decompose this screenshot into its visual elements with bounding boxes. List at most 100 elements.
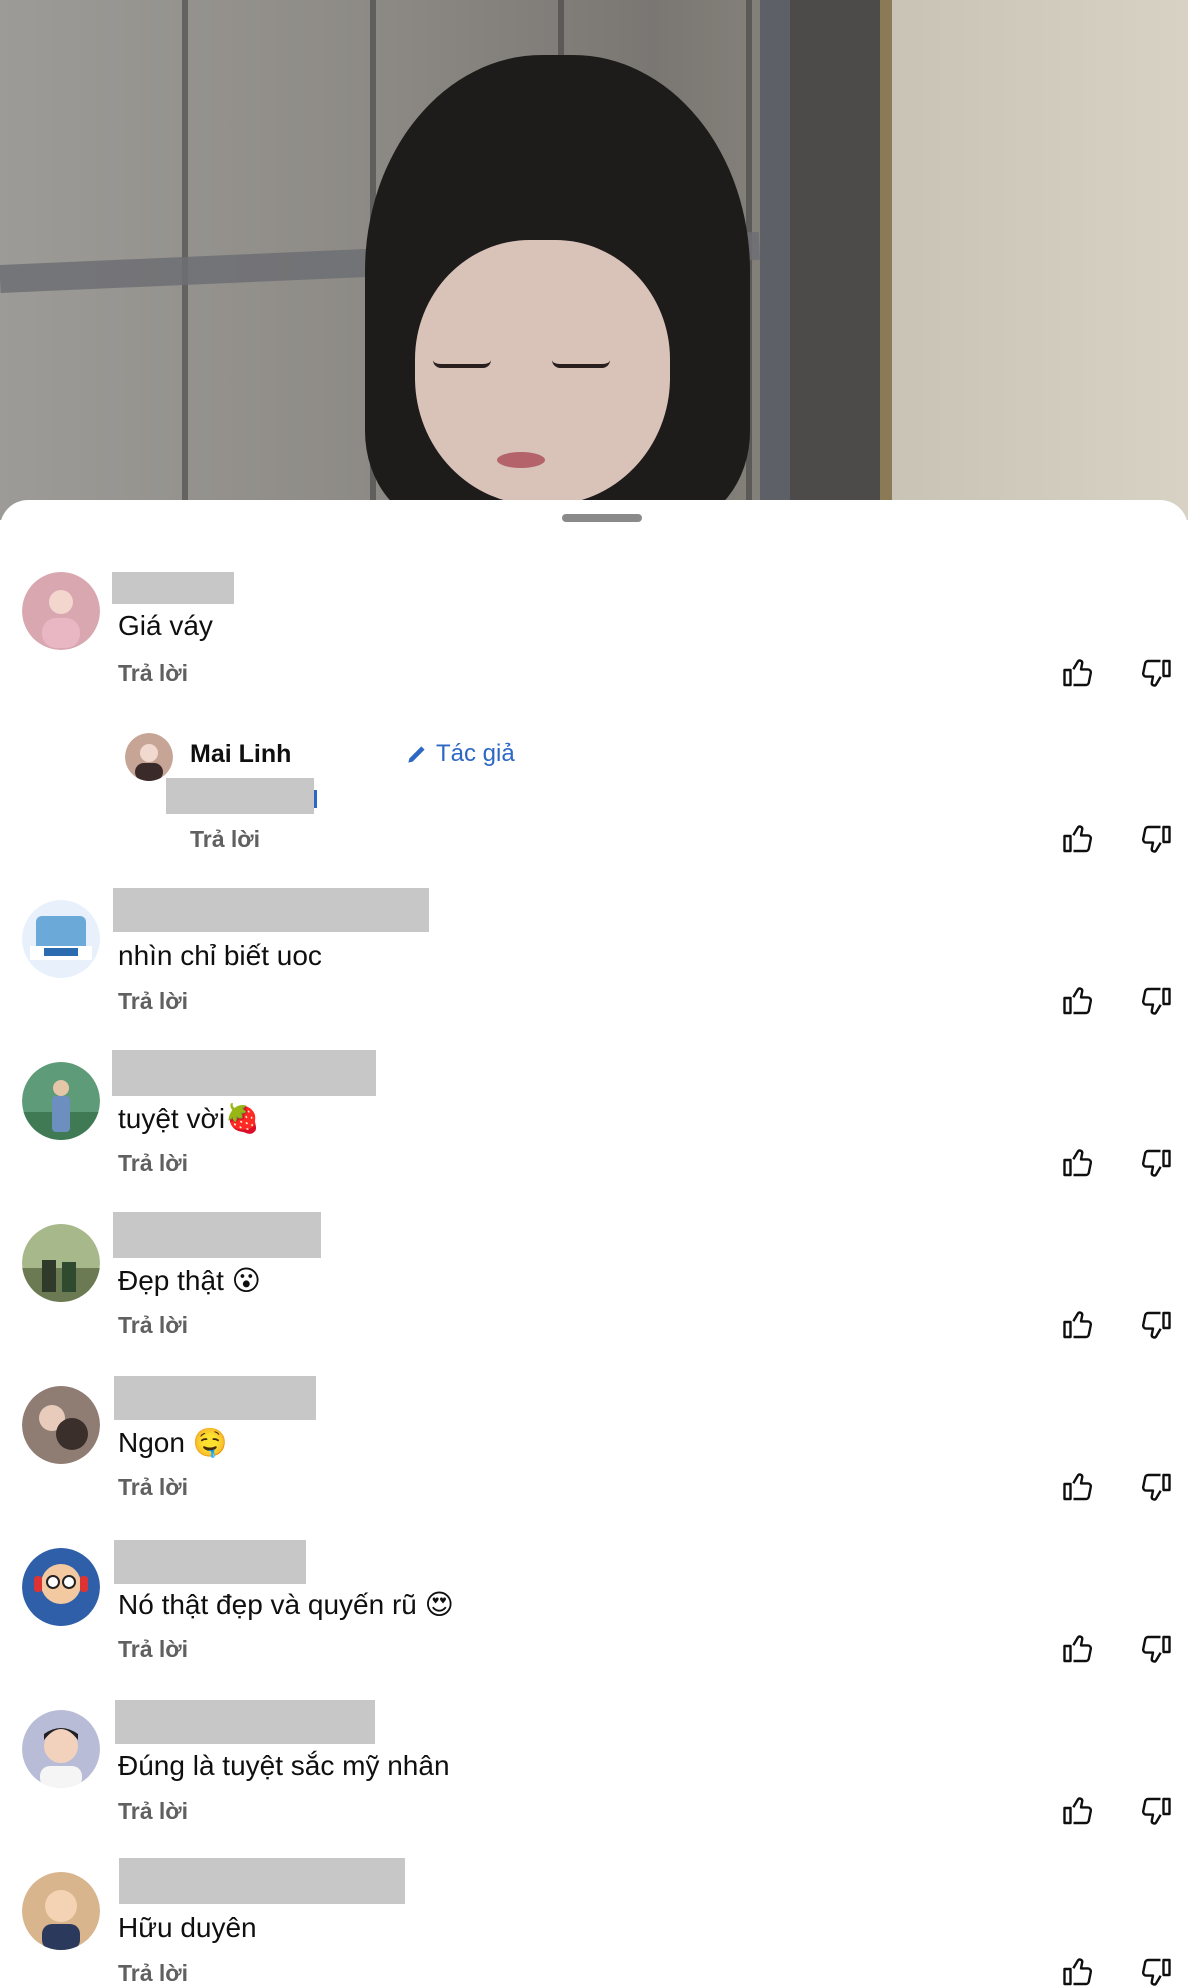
comment-item: Giá váy Trả lời — [0, 570, 1188, 730]
comments-sheet: Giá váy Trả lời Mai Linh Tác giả Trả lời — [0, 500, 1188, 1988]
comment-text-body: Ngon — [118, 1427, 185, 1458]
author-badge: Tác giả — [404, 740, 515, 768]
thumbs-up-icon — [1063, 987, 1092, 1015]
avatar[interactable] — [22, 900, 100, 978]
video-person-face — [415, 240, 670, 505]
thumbs-down-icon — [1142, 1149, 1171, 1177]
avatar[interactable] — [22, 572, 100, 650]
like-button[interactable] — [1058, 981, 1098, 1021]
comment-text: Đẹp thật 😮 — [118, 1264, 261, 1297]
strawberry-emoji: 🍓 — [225, 1102, 260, 1135]
avatar[interactable] — [22, 1548, 100, 1626]
avatar[interactable] — [22, 1224, 100, 1302]
avatar-image — [22, 572, 100, 650]
avatar[interactable] — [125, 733, 173, 781]
avatar-image — [22, 1548, 100, 1626]
dislike-button[interactable] — [1136, 819, 1176, 859]
comment-item: Đúng là tuyệt sắc mỹ nhân Trả lời — [0, 1698, 1188, 1858]
like-button[interactable] — [1058, 1791, 1098, 1831]
dislike-button[interactable] — [1136, 1629, 1176, 1669]
thumbs-down-icon — [1142, 1473, 1171, 1501]
reply-button[interactable]: Trả lời — [118, 660, 188, 687]
comment-item: Đẹp thật 😮 Trả lời — [0, 1212, 1188, 1372]
like-button[interactable] — [1058, 1467, 1098, 1507]
author-badge-label: Tác giả — [436, 740, 515, 767]
reply-button[interactable]: Trả lời — [118, 1960, 188, 1987]
avatar[interactable] — [22, 1386, 100, 1464]
reply-button[interactable]: Trả lời — [118, 1150, 188, 1177]
avatar-image — [22, 1062, 100, 1140]
comment-text: Nó thật đẹp và quyến rũ 😍 — [118, 1588, 454, 1621]
like-button[interactable] — [1058, 653, 1098, 693]
author-name-redacted — [119, 1858, 405, 1904]
avatar[interactable] — [22, 1872, 100, 1950]
reply-button[interactable]: Trả lời — [118, 988, 188, 1015]
video-person-eye — [433, 360, 491, 368]
like-button[interactable] — [1058, 819, 1098, 859]
like-button[interactable] — [1058, 1305, 1098, 1345]
thumbs-up-icon — [1063, 825, 1092, 853]
thumbs-down-icon — [1142, 1958, 1171, 1986]
thumbs-up-icon — [1063, 1797, 1092, 1825]
video-person-eye — [552, 360, 610, 368]
dislike-button[interactable] — [1136, 1467, 1176, 1507]
thumbs-down-icon — [1142, 659, 1171, 687]
like-button[interactable] — [1058, 1952, 1098, 1988]
reply-button[interactable]: Trả lời — [118, 1474, 188, 1501]
video-person-lips — [497, 452, 545, 468]
like-button[interactable] — [1058, 1143, 1098, 1183]
comment-text: tuyệt vời🍓 — [118, 1102, 260, 1135]
dislike-button[interactable] — [1136, 653, 1176, 693]
video-pillar — [790, 0, 880, 520]
drooling-face-emoji: 🤤 — [192, 1426, 228, 1459]
video-player[interactable] — [0, 0, 1188, 520]
video-pillar — [760, 0, 790, 520]
reply-button[interactable]: Trả lời — [190, 826, 260, 853]
author-name-redacted — [112, 1050, 376, 1096]
comment-item: tuyệt vời🍓 Trả lời — [0, 1050, 1188, 1210]
dislike-button[interactable] — [1136, 981, 1176, 1021]
dislike-button[interactable] — [1136, 1143, 1176, 1183]
avatar[interactable] — [22, 1062, 100, 1140]
comment-text-body: Đẹp thật — [118, 1265, 224, 1296]
thumbs-down-icon — [1142, 1311, 1171, 1339]
comment-item: Ngon 🤤 Trả lời — [0, 1374, 1188, 1534]
comment-text: Hữu duyên — [118, 1912, 257, 1943]
video-door — [892, 0, 1188, 520]
sheet-drag-handle[interactable] — [562, 514, 642, 522]
reply-button[interactable]: Trả lời — [118, 1798, 188, 1825]
video-pillar — [880, 0, 892, 520]
dislike-button[interactable] — [1136, 1791, 1176, 1831]
author-name-redacted — [114, 1376, 316, 1420]
redaction-edge — [314, 790, 317, 808]
comment-item: Nó thật đẹp và quyến rũ 😍 Trả lời — [0, 1536, 1188, 1696]
comment-item: nhìn chỉ biết uoc Trả lời — [0, 888, 1188, 1048]
reply-button[interactable]: Trả lời — [118, 1636, 188, 1663]
like-button[interactable] — [1058, 1629, 1098, 1669]
dislike-button[interactable] — [1136, 1305, 1176, 1345]
thumbs-down-icon — [1142, 825, 1171, 853]
thumbs-up-icon — [1063, 1635, 1092, 1663]
comment-text: nhìn chỉ biết uoc — [118, 940, 322, 971]
reply-author-name[interactable]: Mai Linh — [190, 740, 291, 769]
pencil-icon — [408, 746, 425, 763]
heart-eyes-emoji: 😍 — [424, 1588, 454, 1621]
comment-text: Đúng là tuyệt sắc mỹ nhân — [118, 1750, 450, 1781]
avatar-image — [22, 1224, 100, 1302]
author-name-redacted — [113, 1212, 321, 1258]
author-name-redacted — [113, 888, 429, 932]
thumbs-up-icon — [1063, 1149, 1092, 1177]
comment-text: Giá váy — [118, 610, 213, 641]
avatar-image — [22, 1872, 100, 1950]
reply-button[interactable]: Trả lời — [118, 1312, 188, 1339]
thumbs-up-icon — [1063, 1473, 1092, 1501]
avatar-image — [22, 1710, 100, 1788]
comment-text: Ngon 🤤 — [118, 1426, 228, 1459]
surprised-face-emoji: 😮 — [231, 1264, 261, 1297]
thumbs-down-icon — [1142, 1635, 1171, 1663]
avatar[interactable] — [22, 1710, 100, 1788]
avatar-image — [125, 733, 173, 781]
dislike-button[interactable] — [1136, 1952, 1176, 1988]
avatar-image — [22, 900, 100, 978]
comment-text-body: tuyệt vời — [118, 1103, 226, 1134]
